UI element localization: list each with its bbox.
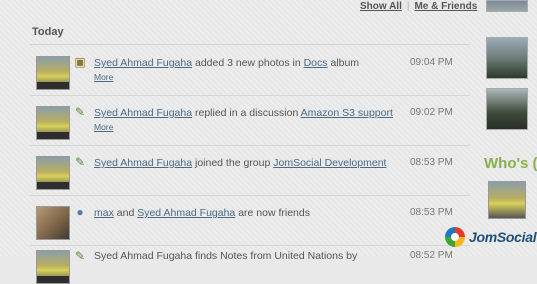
target-link[interactable]: Amazon S3 support	[301, 107, 393, 119]
avatar[interactable]	[36, 250, 70, 284]
actor-link[interactable]: Syed Ahmad Fugaha	[94, 107, 192, 119]
feed-item: ✎ Syed Ahmad Fugaha replied in a discuss…	[30, 96, 470, 146]
filter-show-all-link[interactable]: Show All	[360, 1, 402, 12]
note-icon: ✎	[74, 249, 86, 263]
feed-item-text: Syed Ahmad Fugaha added 3 new photos in …	[94, 56, 394, 84]
feed-item-action: replied in a discussion	[192, 107, 301, 119]
sidebar-photo-thumbnail[interactable]	[486, 0, 528, 12]
feed-item: ✎ Syed Ahmad Fugaha joined the group Jom…	[30, 146, 470, 196]
page: Show All | Me & Friends Today ▣ Syed Ahmad…	[0, 0, 537, 284]
section-heading-today: Today	[32, 26, 64, 38]
activity-feed: ▣ Syed Ahmad Fugaha added 3 new photos i…	[30, 46, 470, 284]
activity-filter: Show All | Me & Friends	[360, 1, 477, 12]
friends-icon: ●	[76, 205, 84, 219]
actor-link[interactable]: max	[94, 207, 114, 219]
avatar[interactable]	[36, 156, 70, 190]
feed-item-time: 09:04 PM	[410, 57, 453, 68]
filter-separator: |	[406, 1, 410, 12]
feed-item-action: and	[113, 207, 138, 219]
target-link[interactable]: Syed Ahmad Fugaha	[137, 207, 235, 219]
feed-item-action: added 3 new photos in	[192, 57, 304, 69]
feed-item-time: 08:53 PM	[410, 157, 453, 168]
feed-item: ▣ Syed Ahmad Fugaha added 3 new photos i…	[30, 46, 470, 96]
target-link[interactable]: JomSocial Development	[273, 157, 386, 169]
feed-item-time: 09:02 PM	[410, 107, 453, 118]
group-icon: ✎	[74, 155, 86, 169]
sidebar-member-avatar[interactable]	[488, 181, 526, 219]
more-link[interactable]: More	[94, 71, 394, 84]
feed-item-suffix: are now friends	[235, 207, 310, 219]
feed-item-text: Syed Ahmad Fugaha replied in a discussio…	[94, 106, 394, 134]
feed-item-action: joined the group	[192, 157, 274, 169]
sidebar-heading: Who's (	[484, 155, 537, 172]
actor-link[interactable]: Syed Ahmad Fugaha	[94, 57, 192, 69]
sidebar-photo-thumbnail[interactable]	[486, 37, 528, 79]
feed-item-text: Syed Ahmad Fugaha finds Notes from Unite…	[94, 250, 358, 262]
brand-logo: JomSocial	[445, 225, 537, 251]
jomsocial-logo-icon	[445, 227, 465, 247]
feed-item-suffix: album	[327, 57, 360, 69]
avatar[interactable]	[36, 106, 70, 140]
actor-link[interactable]: Syed Ahmad Fugaha	[94, 157, 192, 169]
brand-name: JomSocial	[469, 229, 537, 245]
feed-item: ✎ Syed Ahmad Fugaha finds Notes from Uni…	[30, 246, 470, 284]
filter-me-and-friends-link[interactable]: Me & Friends	[414, 1, 477, 12]
avatar[interactable]	[36, 56, 70, 90]
feed-item: ● max and Syed Ahmad Fugaha are now frie…	[30, 196, 470, 246]
more-link[interactable]: More	[94, 121, 394, 134]
feed-item-text: Syed Ahmad Fugaha joined the group JomSo…	[94, 156, 394, 171]
discussion-icon: ✎	[74, 105, 86, 119]
avatar[interactable]	[36, 206, 70, 240]
divider	[30, 44, 470, 45]
sidebar-photo-thumbnail[interactable]	[486, 88, 528, 130]
feed-item-text: max and Syed Ahmad Fugaha are now friend…	[94, 206, 394, 221]
feed-item-time: 08:53 PM	[410, 207, 453, 218]
target-link[interactable]: Docs	[304, 57, 328, 69]
photo-icon: ▣	[74, 55, 86, 69]
